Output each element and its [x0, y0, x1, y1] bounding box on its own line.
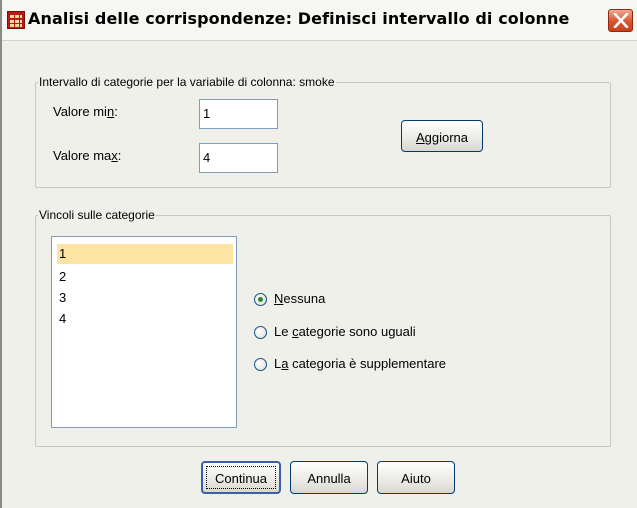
max-value-input[interactable]: 4: [199, 143, 278, 173]
list-item[interactable]: 3: [57, 288, 233, 308]
close-x-icon: [613, 13, 629, 28]
cancel-button-label: Annulla: [307, 471, 351, 486]
define-column-range-dialog: Analisi delle corrispondenze: Definisci …: [0, 0, 637, 508]
list-item[interactable]: 4: [57, 309, 233, 329]
window-title: Analisi delle corrispondenze: Definisci …: [28, 9, 570, 28]
category-range-group-label: Intervallo di categorie per la variabile…: [38, 75, 336, 89]
min-value-label: Valore min:: [53, 104, 118, 119]
table-grid-icon: [7, 11, 25, 29]
help-button[interactable]: Aiuto: [377, 461, 455, 494]
update-button[interactable]: Aggiorna: [401, 120, 483, 152]
radio-button-icon[interactable]: [254, 358, 267, 371]
min-value-input[interactable]: 1: [199, 99, 278, 129]
radio-category-supplementary-label: La categoria è supplementare: [274, 356, 447, 371]
help-button-label: Aiuto: [401, 471, 431, 486]
update-button-label: Aggiorna: [415, 130, 469, 145]
continue-button-label: Continua: [214, 471, 268, 486]
list-item[interactable]: 1: [57, 244, 233, 264]
title-bar: Analisi delle corrispondenze: Definisci …: [2, 0, 637, 41]
category-constraints-group-label: Vincoli sulle categorie: [38, 208, 156, 222]
close-button[interactable]: [608, 9, 633, 32]
continue-button[interactable]: Continua: [201, 461, 281, 494]
radio-categories-equal-label: Le categorie sono uguali: [274, 324, 416, 339]
radio-none-label: Nessuna: [274, 291, 326, 306]
list-item[interactable]: 2: [57, 267, 233, 287]
radio-button-checked-icon[interactable]: [254, 293, 267, 306]
category-listbox[interactable]: 1 2 3 4: [51, 236, 237, 428]
cancel-button[interactable]: Annulla: [290, 461, 368, 494]
radio-button-icon[interactable]: [254, 326, 267, 339]
category-range-group: Intervallo di categorie per la variabile…: [35, 75, 611, 188]
max-value-label: Valore max:: [53, 148, 122, 163]
